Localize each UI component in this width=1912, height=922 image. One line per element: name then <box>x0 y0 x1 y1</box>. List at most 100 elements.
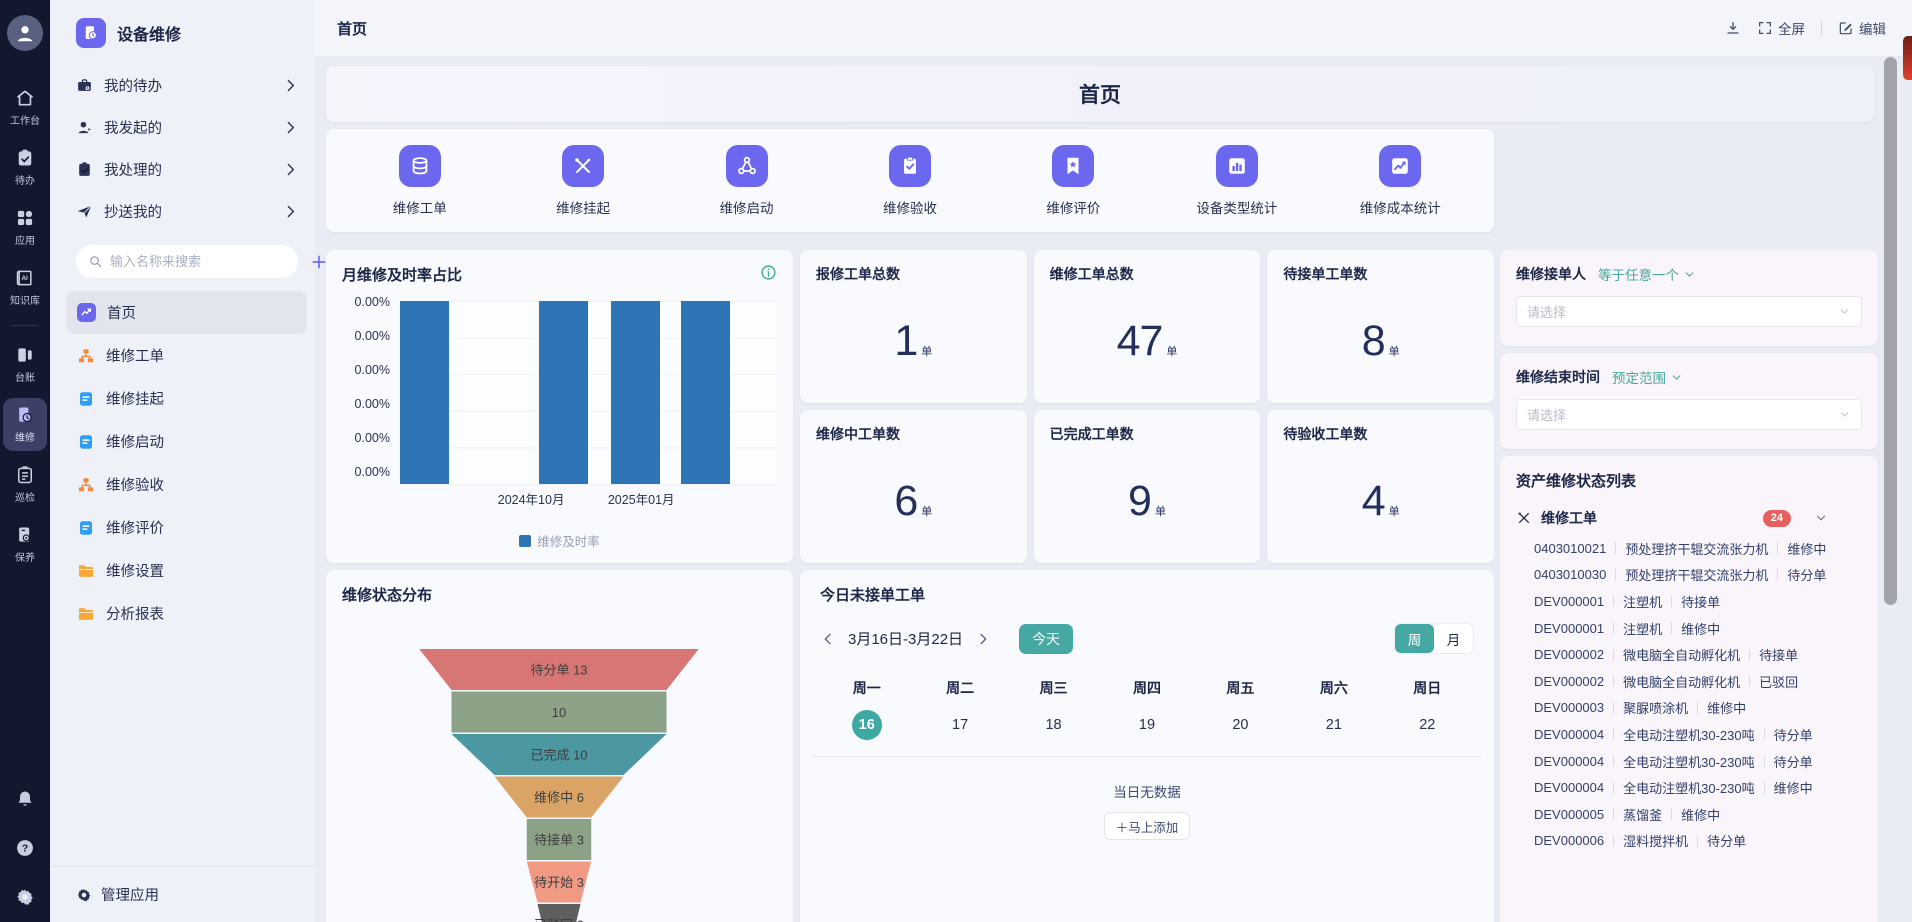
edit-button[interactable]: 编辑 <box>1838 18 1886 38</box>
asset-row[interactable]: DEV000001注塑机维修中 <box>1516 615 1862 642</box>
x-tick: 2025年01月 <box>608 489 675 508</box>
asset-row[interactable]: DEV000005蒸馏釜维修中 <box>1516 801 1862 828</box>
sidebar-nav-item-6[interactable]: 维修设置 <box>66 549 307 592</box>
date-cell[interactable]: 17 <box>945 710 975 740</box>
add-page-button[interactable] <box>310 253 328 271</box>
asset-row[interactable]: DEV000004全电动注塑机30-230吨维修中 <box>1516 774 1862 801</box>
asset-rows: 0403010021预处理挤干辊交流张力机维修中0403010030预处理挤干辊… <box>1516 535 1862 854</box>
person-icon <box>14 22 36 44</box>
prev-week-button[interactable] <box>820 631 836 647</box>
sidebar-menu-item-1[interactable]: 我发起的 <box>50 106 315 148</box>
edit-icon <box>1838 20 1854 36</box>
asset-row[interactable]: 0403010021预处理挤干辊交流张力机维修中 <box>1516 535 1862 562</box>
asset-group-header[interactable]: 维修工单 24 <box>1516 508 1862 528</box>
manage-app-button[interactable]: 管理应用 <box>50 866 315 922</box>
next-week-button[interactable] <box>975 631 991 647</box>
quick-action-5[interactable]: 设备类型统计 <box>1155 145 1318 217</box>
sidebar-menu-item-0[interactable]: 我的待办 <box>50 64 315 106</box>
quick-action-1[interactable]: 维修挂起 <box>501 145 664 217</box>
rail-item-1[interactable]: 待办 <box>3 141 47 194</box>
asset-row[interactable]: DEV000006湿料搅拌机待分单 <box>1516 828 1862 855</box>
sidebar-nav-item-1[interactable]: 维修工单 <box>66 334 307 377</box>
repair-icon <box>15 405 35 425</box>
asset-row[interactable]: DEV000002微电脑全自动孵化机待接单 <box>1516 641 1862 668</box>
rail-item-4[interactable]: 台账 <box>3 338 47 391</box>
info-icon[interactable] <box>760 264 777 281</box>
care-icon <box>15 525 35 545</box>
month-toggle[interactable]: 月 <box>1434 624 1473 653</box>
rail-item-0[interactable]: 工作台 <box>3 81 47 134</box>
week-toggle[interactable]: 周 <box>1395 624 1434 653</box>
asset-row[interactable]: DEV000004全电动注塑机30-230吨待分单 <box>1516 748 1862 775</box>
edge-widget[interactable] <box>1903 36 1912 80</box>
chart-legend[interactable]: 维修及时率 <box>342 531 777 550</box>
sidebar-nav-item-0[interactable]: 首页 <box>66 291 307 334</box>
quick-action-6[interactable]: 维修成本统计 <box>1319 145 1482 217</box>
question-button[interactable]: ? <box>14 837 36 859</box>
app-title: 设备维修 <box>117 21 181 45</box>
empty-state-text: 当日无数据 <box>820 781 1474 801</box>
quick-action-4[interactable]: 维修评价 <box>992 145 1155 217</box>
sidebar-nav-item-5[interactable]: 维修评价 <box>66 506 307 549</box>
add-now-button[interactable]: ＋马上添加 <box>1104 812 1191 840</box>
y-tick: 0.00% <box>355 295 390 309</box>
date-cell[interactable]: 18 <box>1039 710 1069 740</box>
sidebar-nav-item-3[interactable]: 维修启动 <box>66 420 307 463</box>
rail-item-5[interactable]: 维修 <box>3 398 47 451</box>
gear-button[interactable] <box>14 886 36 908</box>
today-button[interactable]: 今天 <box>1019 624 1073 654</box>
stat-card-1: 维修工单总数47单 <box>1034 250 1261 403</box>
bar[interactable] <box>539 301 588 484</box>
quick-action-2[interactable]: 维修启动 <box>665 145 828 217</box>
quick-action-0[interactable]: 维修工单 <box>338 145 501 217</box>
asset-row[interactable]: 0403010030预处理挤干辊交流张力机待分单 <box>1516 562 1862 589</box>
fullscreen-button[interactable]: 全屏 <box>1757 18 1805 38</box>
bar[interactable] <box>611 301 660 484</box>
avatar[interactable] <box>7 15 43 51</box>
x-axis-ticks: 2024年10月2025年01月 <box>410 489 777 507</box>
date-cell[interactable]: 20 <box>1225 710 1255 740</box>
scrollbar-thumb[interactable] <box>1884 57 1897 605</box>
endtime-select[interactable]: 请选择 <box>1516 399 1862 430</box>
share-icon <box>726 145 768 187</box>
bar[interactable] <box>681 301 730 484</box>
rail-item-2[interactable]: 应用 <box>3 201 47 254</box>
chevron-right-icon <box>282 161 299 178</box>
weekday-label: 周二 <box>913 678 1006 698</box>
date-cell[interactable]: 16 <box>852 710 882 740</box>
sidebar-nav-item-7[interactable]: 分析报表 <box>66 592 307 635</box>
asset-row[interactable]: DEV000004全电动注塑机30-230吨待分单 <box>1516 721 1862 748</box>
tab-home[interactable]: 首页 <box>337 18 367 39</box>
sidebar-nav-item-2[interactable]: 维修挂起 <box>66 377 307 420</box>
asset-row[interactable]: DEV000002微电脑全自动孵化机已驳回 <box>1516 668 1862 695</box>
bell-button[interactable] <box>14 788 36 810</box>
select-placeholder: 请选择 <box>1527 405 1566 424</box>
barchart-icon <box>1216 145 1258 187</box>
clipcheck-icon <box>889 145 931 187</box>
date-cell[interactable]: 19 <box>1132 710 1162 740</box>
timeliness-chart-card: 月维修及时率占比 0.00%0.00%0.00%0.00%0.00%0.00% … <box>326 250 793 563</box>
download-button[interactable] <box>1725 20 1741 36</box>
asset-row[interactable]: DEV000003聚脲喷涂机维修中 <box>1516 695 1862 722</box>
stat-grid: 报修工单总数1单维修工单总数47单待接单工单数8单维修中工单数6单已完成工单数9… <box>800 250 1494 563</box>
bar[interactable] <box>400 301 449 484</box>
tools-icon <box>1516 510 1532 526</box>
asset-row[interactable]: DEV000001注塑机待接单 <box>1516 588 1862 615</box>
rail-item-3[interactable]: AI知识库 <box>3 261 47 314</box>
assignee-select[interactable]: 请选择 <box>1516 296 1862 327</box>
bar-chart: 0.00%0.00%0.00%0.00%0.00%0.00% <box>342 301 777 485</box>
date-cell[interactable]: 21 <box>1319 710 1349 740</box>
filter-operator[interactable]: 等于任意一个 <box>1598 264 1696 284</box>
filter-operator[interactable]: 预定范围 <box>1612 367 1683 387</box>
date-cell[interactable]: 22 <box>1412 710 1442 740</box>
sidebar-menu-item-2[interactable]: 我处理的 <box>50 148 315 190</box>
search-input[interactable] <box>110 254 286 269</box>
sidebar-nav-item-4[interactable]: 维修验收 <box>66 463 307 506</box>
rail-item-6[interactable]: 巡检 <box>3 458 47 511</box>
sidebar-menu-item-3[interactable]: 抄送我的 <box>50 190 315 232</box>
rail-item-7[interactable]: 保养 <box>3 518 47 571</box>
count-badge: 24 <box>1763 510 1791 527</box>
rail-item-label: 知识库 <box>10 292 40 307</box>
quick-action-3[interactable]: 维修验收 <box>828 145 991 217</box>
group-label: 维修工单 <box>1541 508 1597 528</box>
